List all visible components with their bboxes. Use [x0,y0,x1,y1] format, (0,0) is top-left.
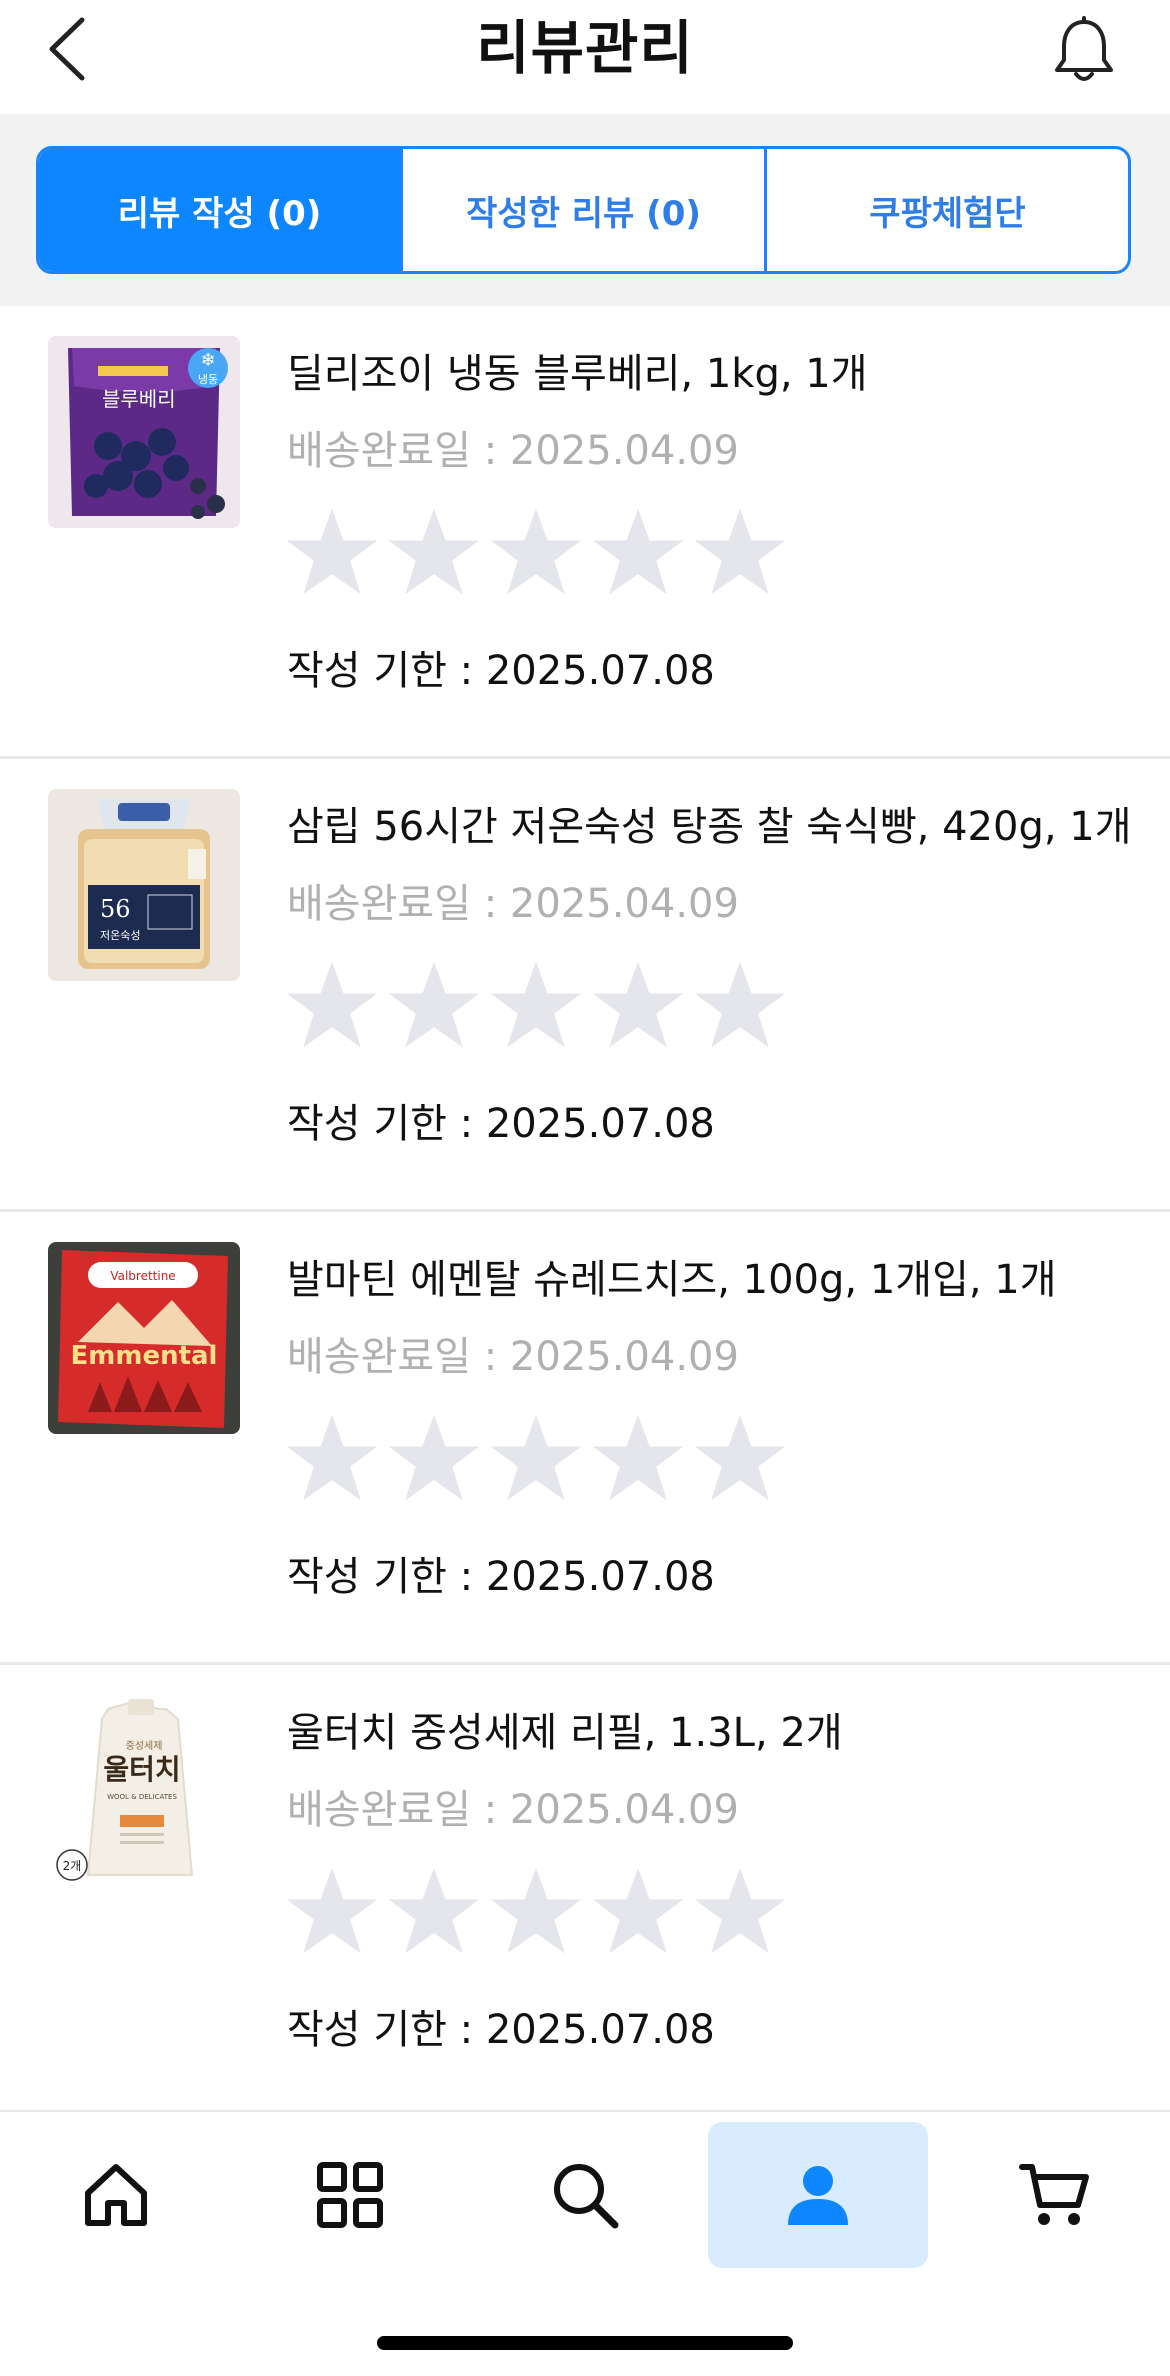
page-title: 리뷰관리 [476,14,694,82]
list-item[interactable]: 중성세제 울터치 WOOL & DELICATES 2개 울터치 중성세제 리필… [0,1665,1170,2118]
product-name[interactable]: 울터치 중성세제 리필, 1.3L, 2개 [287,1700,843,1758]
star-icon[interactable] [590,506,686,602]
star-icon[interactable] [488,1412,584,1508]
star-icon[interactable] [284,506,380,602]
product-thumbnail-bread[interactable]: 56 저온숙성 [48,789,240,981]
review-tabs: 리뷰 작성 (0) 작성한 리뷰 (0) 쿠팡체험단 [36,146,1131,274]
home-indicator [377,2336,793,2350]
thumb-top-text: 중성세제 [126,1740,163,1752]
list-item[interactable]: 블루베리 ❄ 냉동 딜리조이 냉동 블루베리, 1kg, 1개 배송완료일 : … [0,306,1170,759]
nav-categories[interactable] [240,2122,460,2268]
thumb-label: 울터치 [103,1753,180,1786]
star-icon[interactable] [692,506,788,602]
review-deadline: 작성 기한 : 2025.07.08 [287,2007,715,2053]
rating-stars [284,1865,788,1965]
rating-stars [284,1412,788,1512]
notification-button[interactable] [1052,16,1116,86]
thumb-count-badge: 2개 [63,1859,82,1873]
product-name[interactable]: 발마틴 에멘탈 슈레드치즈, 100g, 1개입, 1개 [287,1247,1057,1305]
person-icon [788,2166,848,2225]
review-list: 블루베리 ❄ 냉동 딜리조이 냉동 블루베리, 1kg, 1개 배송완료일 : … [0,306,1170,2118]
thumb-brand: Valbrettine [110,1269,175,1283]
list-item[interactable]: Valbrettine Emmental 발마틴 에멘탈 슈레드치즈, 100g… [0,1212,1170,1665]
star-icon[interactable] [488,1865,584,1961]
product-thumbnail-cheese[interactable]: Valbrettine Emmental [48,1242,240,1434]
delivery-date: 배송완료일 : 2025.04.09 [287,881,739,927]
tab-written-reviews[interactable]: 작성한 리뷰 (0) [400,149,764,271]
thumb-sub-text: WOOL & DELICATES [107,1793,177,1801]
nav-cart[interactable] [944,2122,1164,2268]
tab-write-review[interactable]: 리뷰 작성 (0) [39,149,400,271]
product-name[interactable]: 딜리조이 냉동 블루베리, 1kg, 1개 [287,341,868,399]
star-icon[interactable] [386,959,482,1055]
star-icon[interactable] [386,1865,482,1961]
rating-stars [284,506,788,606]
delivery-date: 배송완료일 : 2025.04.09 [287,1334,739,1380]
star-icon[interactable] [488,506,584,602]
delivery-date: 배송완료일 : 2025.04.09 [287,1787,739,1833]
tab-experience-group[interactable]: 쿠팡체험단 [764,149,1128,271]
rating-stars [284,959,788,1059]
star-icon[interactable] [692,1412,788,1508]
delivery-date: 배송완료일 : 2025.04.09 [287,428,739,474]
star-icon[interactable] [284,959,380,1055]
thumb-badge: 냉동 [198,373,218,386]
header: 리뷰관리 [0,0,1170,114]
star-icon[interactable] [692,1865,788,1961]
star-icon[interactable] [590,1865,686,1961]
home-icon [85,2164,147,2226]
thumb-label: 저온숙성 [100,929,140,942]
nav-search[interactable] [475,2122,695,2268]
product-thumbnail-detergent[interactable]: 중성세제 울터치 WOOL & DELICATES 2개 [48,1695,240,1887]
star-icon[interactable] [284,1865,380,1961]
star-icon[interactable] [386,1412,482,1508]
list-item[interactable]: 56 저온숙성 삼립 56시간 저온숙성 탕종 찰 숙식빵, 420g, 1개 … [0,759,1170,1212]
star-icon[interactable] [488,959,584,1055]
tabs-area: 리뷰 작성 (0) 작성한 리뷰 (0) 쿠팡체험단 [0,114,1170,306]
thumb-label: Emmental [71,1341,218,1371]
nav-home[interactable] [6,2122,226,2268]
grid-icon [317,2162,383,2228]
star-icon[interactable] [590,1412,686,1508]
star-icon[interactable] [590,959,686,1055]
nav-my-coupang[interactable] [708,2122,928,2268]
search-icon [554,2164,619,2229]
thumb-number: 56 [100,895,131,923]
svg-text:❄: ❄ [200,350,215,371]
review-deadline: 작성 기한 : 2025.07.08 [287,648,715,694]
product-name[interactable]: 삼립 56시간 저온숙성 탕종 찰 숙식빵, 420g, 1개 [287,794,1132,852]
thumb-label: 블루베리 [102,387,176,411]
star-icon[interactable] [284,1412,380,1508]
bell-icon [1055,16,1113,81]
review-deadline: 작성 기한 : 2025.07.08 [287,1101,715,1147]
review-deadline: 작성 기한 : 2025.07.08 [287,1554,715,1600]
cart-icon [1019,2164,1089,2225]
star-icon[interactable] [386,506,482,602]
star-icon[interactable] [692,959,788,1055]
product-thumbnail-blueberry[interactable]: 블루베리 ❄ 냉동 [48,336,240,528]
